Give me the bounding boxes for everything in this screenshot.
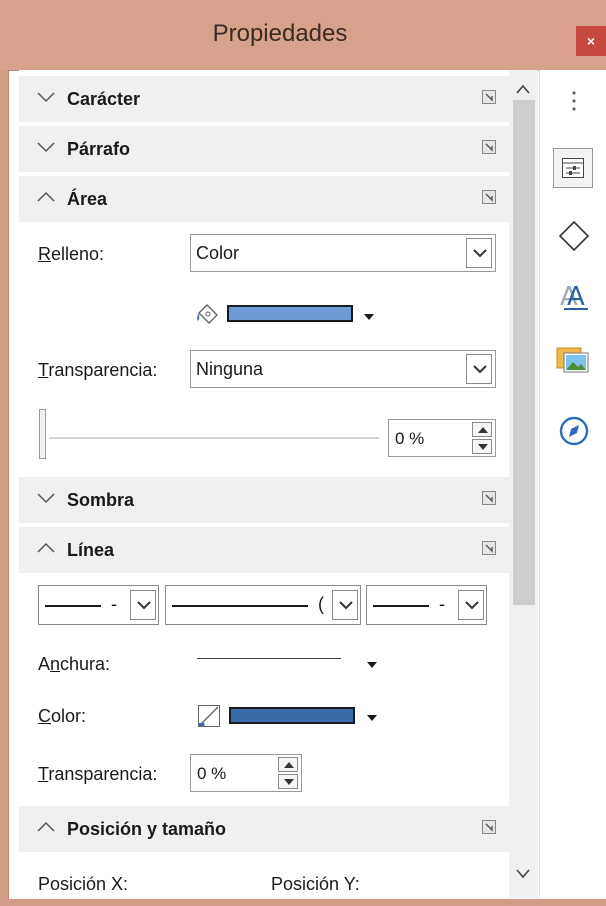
- section-title: Sombra: [67, 490, 135, 510]
- line-start-style-value: -: [111, 594, 117, 614]
- arrow-up-icon: [284, 762, 294, 768]
- line-start-dropdown-button[interactable]: [130, 590, 156, 620]
- chevron-down-icon: [473, 249, 487, 258]
- section-header-caracter[interactable]: Carácter: [19, 76, 509, 122]
- section-header-parrafo[interactable]: Párrafo: [19, 126, 509, 172]
- line-end-dropdown-button[interactable]: [458, 590, 484, 620]
- chevron-down-icon: [37, 142, 55, 153]
- chevron-down-icon: [339, 601, 353, 610]
- chevron-down-icon: [465, 601, 479, 610]
- line-style-select[interactable]: (: [165, 585, 361, 625]
- fill-type-dropdown-button[interactable]: [466, 238, 492, 268]
- chevron-down-icon: [137, 601, 151, 610]
- line-transparency-value: 0 %: [197, 764, 227, 783]
- more-options-icon[interactable]: [481, 819, 497, 835]
- more-options-icon[interactable]: [481, 540, 497, 556]
- more-vertical-icon[interactable]: [571, 90, 577, 112]
- line-color-icon[interactable]: [197, 704, 223, 728]
- svg-text:A: A: [567, 282, 585, 312]
- chevron-down-icon: [37, 92, 55, 103]
- line-end-style-select[interactable]: -: [366, 585, 487, 625]
- position-y-label: Posición Y:: [271, 874, 360, 894]
- close-button[interactable]: ×: [576, 26, 606, 56]
- chevron-up-icon: [37, 821, 55, 832]
- more-options-icon[interactable]: [481, 89, 497, 105]
- fill-color-dropdown-icon[interactable]: [364, 314, 374, 320]
- line-style-value: (: [318, 594, 324, 614]
- decrement-button[interactable]: [278, 774, 298, 789]
- transparency-slider-track[interactable]: [49, 437, 379, 439]
- more-options-icon[interactable]: [481, 139, 497, 155]
- scroll-up-icon[interactable]: [515, 83, 531, 95]
- decrement-button[interactable]: [472, 439, 492, 454]
- line-width-dropdown-icon[interactable]: [367, 662, 377, 668]
- position-x-label: Posición X:: [38, 874, 129, 894]
- line-style-dropdown-button[interactable]: [332, 590, 358, 620]
- line-preview: [172, 605, 308, 607]
- fontwork-icon[interactable]: A A: [558, 280, 590, 312]
- gallery-icon[interactable]: [556, 342, 590, 374]
- paint-bucket-icon[interactable]: [195, 301, 221, 325]
- navigator-icon[interactable]: [559, 416, 589, 446]
- title-bar: Propiedades ×: [0, 0, 606, 70]
- line-preview: [373, 605, 429, 607]
- transparency-percent-field[interactable]: 0 %: [388, 419, 496, 457]
- chevron-up-icon: [37, 542, 55, 553]
- scroll-down-icon[interactable]: [515, 868, 531, 880]
- section-header-sombra[interactable]: Sombra: [19, 477, 509, 523]
- transparency-value: Ninguna: [196, 359, 264, 379]
- scrollbar-thumb[interactable]: [513, 100, 535, 605]
- line-preview: [45, 605, 101, 607]
- section-title: Línea: [67, 540, 115, 560]
- line-transparency-field[interactable]: 0 %: [190, 754, 302, 792]
- tab-properties[interactable]: [553, 148, 593, 188]
- arrow-down-icon: [478, 444, 488, 450]
- chevron-down-icon: [37, 493, 55, 504]
- increment-button[interactable]: [472, 422, 492, 437]
- fill-label: Relleno:: [38, 244, 105, 264]
- line-color-dropdown-icon[interactable]: [367, 715, 377, 721]
- properties-panel: Carácter Párrafo Área Relleno: Color Tra…: [19, 70, 509, 898]
- width-label: Anchura:: [38, 654, 111, 674]
- line-end-style-value: -: [439, 594, 445, 614]
- section-title: Carácter: [67, 89, 141, 109]
- transparency-label: Transparencia:: [38, 360, 158, 380]
- line-color-label: Color:: [38, 706, 87, 726]
- arrow-up-icon: [478, 427, 488, 433]
- section-header-area[interactable]: Área: [19, 176, 509, 222]
- arrow-down-icon: [284, 779, 294, 785]
- section-header-linea[interactable]: Línea: [19, 527, 509, 573]
- section-title: Párrafo: [67, 139, 131, 159]
- line-color-swatch[interactable]: [229, 707, 355, 724]
- chevron-up-icon: [37, 191, 55, 202]
- more-options-icon[interactable]: [481, 189, 497, 205]
- section-title: Posición y tamaño: [67, 819, 227, 839]
- fill-type-value: Color: [196, 243, 240, 263]
- line-start-style-select[interactable]: -: [38, 585, 159, 625]
- transparency-select[interactable]: Ninguna: [190, 350, 496, 388]
- section-header-posicion[interactable]: Posición y tamaño: [19, 806, 509, 852]
- sidebar-tab-bar: A A: [539, 70, 606, 898]
- fill-color-swatch[interactable]: [227, 305, 353, 322]
- increment-button[interactable]: [278, 757, 298, 772]
- transparency-percent-value: 0 %: [395, 429, 425, 448]
- styles-icon[interactable]: [558, 220, 590, 252]
- line-transparency-label: Transparencia:: [38, 764, 158, 784]
- line-width-preview[interactable]: [197, 658, 341, 659]
- more-options-icon[interactable]: [481, 490, 497, 506]
- fill-type-select[interactable]: Color: [190, 234, 496, 272]
- properties-icon: [562, 158, 584, 178]
- transparency-dropdown-button[interactable]: [466, 354, 492, 384]
- transparency-slider-thumb[interactable]: [39, 409, 46, 459]
- section-title: Área: [67, 189, 108, 209]
- window-title: Propiedades: [212, 20, 348, 47]
- chevron-down-icon: [473, 365, 487, 374]
